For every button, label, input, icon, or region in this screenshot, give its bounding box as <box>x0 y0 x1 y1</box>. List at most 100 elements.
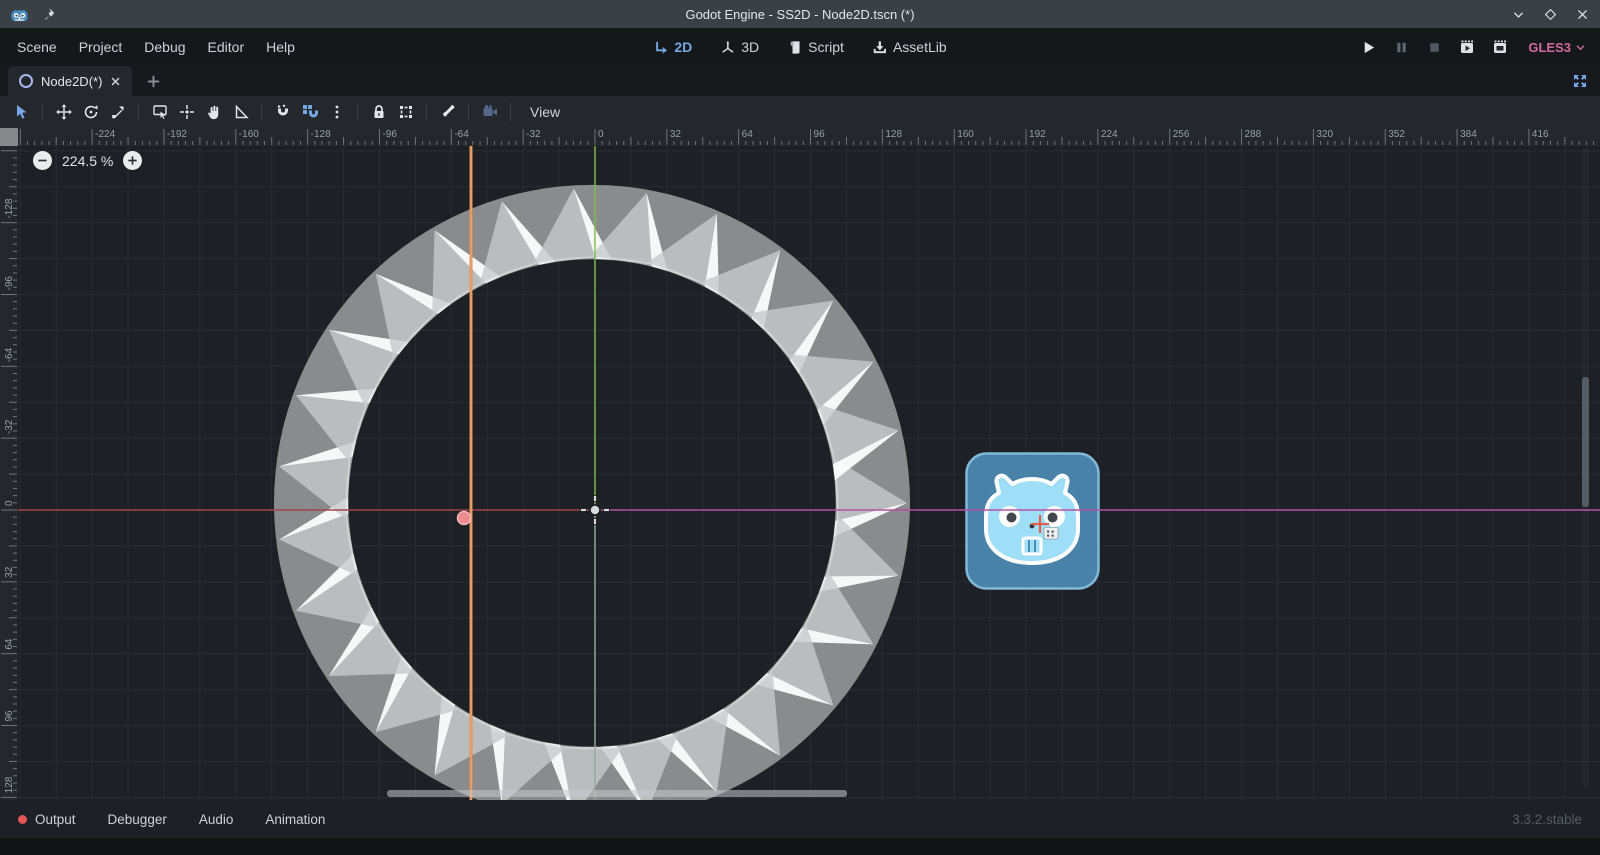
svg-text:384: 384 <box>1460 129 1477 140</box>
lock-object-button[interactable] <box>365 99 392 125</box>
svg-text:-96: -96 <box>382 129 397 140</box>
snap-options-button[interactable] <box>323 99 350 125</box>
play-button[interactable] <box>1357 36 1379 58</box>
ruler-vertical[interactable]: -128-96-64-320326496128 <box>0 146 18 800</box>
menu-scene[interactable]: Scene <box>6 34 68 60</box>
renderer-dropdown[interactable]: GLES3 <box>1528 40 1586 55</box>
script-icon <box>787 40 802 55</box>
distraction-free-icon[interactable] <box>1572 73 1588 89</box>
ss2d-ring-shape <box>274 185 910 800</box>
svg-text:64: 64 <box>4 638 15 650</box>
origin-gizmo <box>581 496 610 525</box>
skeleton-options-button[interactable] <box>434 99 461 125</box>
workspace-3d[interactable]: 3D <box>720 39 759 55</box>
new-scene-tab-button[interactable] <box>144 72 162 90</box>
svg-text:160: 160 <box>957 129 974 140</box>
pan-tool-button[interactable] <box>200 99 227 125</box>
zoom-level[interactable]: 224.5 % <box>62 153 113 169</box>
pin-icon[interactable] <box>41 7 56 22</box>
group-object-button[interactable] <box>392 99 419 125</box>
svg-text:352: 352 <box>1388 129 1405 140</box>
tab-close-icon[interactable] <box>110 76 121 87</box>
menu-debug[interactable]: Debug <box>133 34 196 60</box>
horizontal-scrollbar[interactable] <box>20 790 1576 797</box>
svg-text:-96: -96 <box>4 276 15 291</box>
menu-bar: Scene Project Debug Editor Help 2D 3D Sc… <box>0 28 1600 66</box>
play-custom-scene-button[interactable] <box>1489 36 1511 58</box>
panel-animation[interactable]: Animation <box>265 812 325 827</box>
viewport-drawing <box>18 146 1600 800</box>
panel-audio[interactable]: Audio <box>199 812 234 827</box>
menu-help[interactable]: Help <box>255 34 306 60</box>
title-bar: Godot Engine - SS2D - Node2D.tscn (*) <box>0 0 1600 28</box>
window-close-icon[interactable] <box>1574 6 1590 22</box>
list-select-tool-button[interactable] <box>146 99 173 125</box>
svg-text:224: 224 <box>1101 129 1118 140</box>
panel-output[interactable]: Output <box>18 812 76 827</box>
run-controls: GLES3 <box>1357 36 1594 58</box>
svg-text:-64: -64 <box>454 129 469 140</box>
3d-icon <box>720 40 735 55</box>
canvas-toolbar: View <box>0 96 1600 128</box>
svg-text:192: 192 <box>1029 129 1046 140</box>
panel-debugger[interactable]: Debugger <box>108 812 167 827</box>
workspace-assetlib[interactable]: AssetLib <box>872 39 947 55</box>
svg-text:32: 32 <box>4 566 15 578</box>
output-activity-dot <box>18 815 27 824</box>
camera-override-button[interactable] <box>476 99 503 125</box>
svg-text:288: 288 <box>1245 129 1262 140</box>
workspace-script[interactable]: Script <box>787 39 844 55</box>
ruler-horizontal[interactable]: -224-192-160-128-96-64-32032649612816019… <box>18 128 1600 146</box>
svg-text:256: 256 <box>1173 129 1190 140</box>
svg-text:128: 128 <box>885 129 902 140</box>
2d-icon <box>653 40 668 55</box>
window-maximize-icon[interactable] <box>1542 6 1558 22</box>
godot-logo-icon <box>10 5 29 24</box>
svg-text:128: 128 <box>4 776 15 793</box>
svg-text:-32: -32 <box>526 129 541 140</box>
svg-text:0: 0 <box>598 129 604 140</box>
node2d-icon <box>19 74 33 88</box>
bottom-strip <box>0 838 1600 855</box>
bottom-panel-bar: Output Debugger Audio Animation 3.3.2.st… <box>0 800 1600 838</box>
engine-version: 3.3.2.stable <box>1512 812 1582 827</box>
smart-snap-button[interactable] <box>269 99 296 125</box>
scale-tool-button[interactable] <box>104 99 131 125</box>
vertical-scrollbar[interactable] <box>1582 148 1589 788</box>
svg-text:0: 0 <box>4 500 15 506</box>
ruler-tool-button[interactable] <box>227 99 254 125</box>
svg-text:-192: -192 <box>167 129 187 140</box>
zoom-in-button[interactable] <box>123 151 142 170</box>
grid-snap-button[interactable] <box>296 99 323 125</box>
select-tool-button[interactable] <box>8 99 35 125</box>
menu-project[interactable]: Project <box>68 34 134 60</box>
move-tool-button[interactable] <box>50 99 77 125</box>
viewport-canvas[interactable]: 224.5 % <box>18 146 1600 800</box>
assetlib-download-icon <box>872 40 887 55</box>
godot-icon-sprite <box>967 454 1099 589</box>
svg-text:-128: -128 <box>311 129 331 140</box>
svg-text:96: 96 <box>814 129 826 140</box>
zoom-out-button[interactable] <box>33 151 52 170</box>
vertical-scrollbar-thumb[interactable] <box>1582 377 1589 507</box>
workspace-2d[interactable]: 2D <box>653 39 692 55</box>
shape-control-point <box>458 512 471 525</box>
svg-text:-64: -64 <box>4 347 15 362</box>
window-title: Godot Engine - SS2D - Node2D.tscn (*) <box>0 7 1600 22</box>
pause-button[interactable] <box>1390 36 1412 58</box>
stop-button[interactable] <box>1423 36 1445 58</box>
svg-text:320: 320 <box>1316 129 1333 140</box>
pivot-tool-button[interactable] <box>173 99 200 125</box>
svg-text:32: 32 <box>670 129 682 140</box>
scene-tab-node2d[interactable]: Node2D(*) <box>8 66 132 96</box>
svg-text:-32: -32 <box>4 419 15 434</box>
svg-text:-160: -160 <box>239 129 259 140</box>
view-menu[interactable]: View <box>530 104 560 120</box>
2d-workspace: -224-192-160-128-96-64-32032649612816019… <box>0 128 1600 800</box>
zoom-widget: 224.5 % <box>33 151 142 170</box>
rotate-tool-button[interactable] <box>77 99 104 125</box>
play-scene-button[interactable] <box>1456 36 1478 58</box>
horizontal-scrollbar-thumb[interactable] <box>387 790 847 797</box>
window-minimize-icon[interactable] <box>1510 6 1526 22</box>
menu-editor[interactable]: Editor <box>197 34 256 60</box>
